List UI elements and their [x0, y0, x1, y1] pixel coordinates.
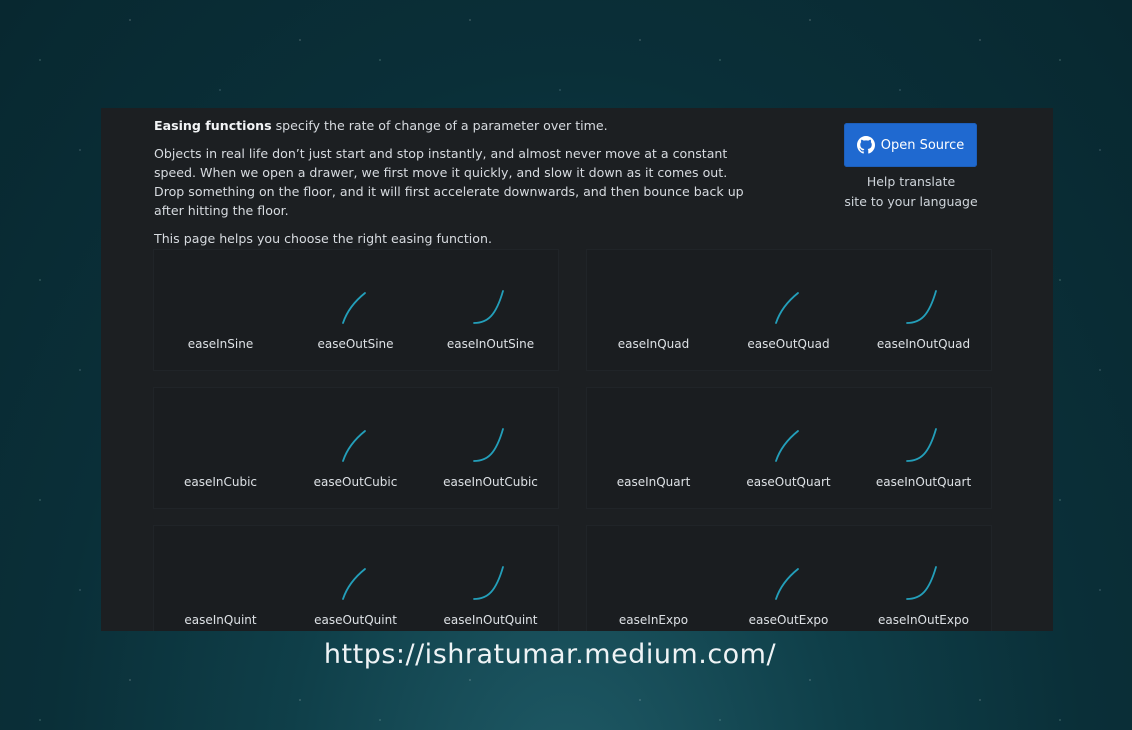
easing-curve-icon [633, 285, 673, 325]
easing-label: easeInExpo [618, 613, 689, 627]
easing-curve-icon [473, 290, 504, 324]
footer-url: https://ishratumar.medium.com/ [323, 639, 777, 670]
easing-curve-icon [633, 423, 673, 463]
easing-curve-icon [342, 292, 366, 324]
help-line-2: site to your language [844, 194, 978, 209]
easing-curve-icon [200, 561, 240, 601]
easing-label: easeOutQuad [747, 337, 830, 351]
intro-title: Easing functions [154, 118, 272, 133]
easing-card-1[interactable]: easeOutQuart [721, 387, 856, 509]
easing-label: easeInOutQuart [875, 475, 972, 489]
easing-card-1[interactable]: easeOutSine [288, 249, 423, 371]
github-icon [856, 136, 875, 154]
easing-label: easeInQuad [617, 337, 690, 351]
intro-paragraph-1: Easing functions specify the rate of cha… [154, 116, 744, 135]
easing-curve-icon [200, 285, 240, 325]
intro-paragraph-2: Objects in real life don’t just start an… [154, 146, 744, 218]
easing-curve-icon [906, 290, 937, 324]
easing-card-1[interactable]: easeOutQuad [721, 249, 856, 371]
easing-label: easeOutCubic [313, 475, 398, 489]
easing-curve-icon [473, 566, 504, 600]
easing-card-1[interactable]: easeOutCubic [288, 387, 423, 509]
easing-curve-icon [633, 561, 673, 601]
easing-card-0[interactable]: easeInSine [153, 249, 288, 371]
easing-curve-icon [473, 428, 504, 462]
easing-label: easeInQuint [184, 613, 257, 627]
easing-curve-icon [342, 568, 366, 600]
easing-group: easeInExpo easeOutExpo easeInOutExpo [586, 525, 992, 631]
easing-card-1[interactable]: easeOutExpo [721, 525, 856, 631]
open-source-label: Open Source [880, 137, 965, 153]
open-source-button[interactable]: Open Source [844, 123, 977, 167]
easing-card-1[interactable]: easeOutQuint [288, 525, 423, 631]
easing-card-0[interactable]: easeInQuart [586, 387, 721, 509]
easing-group: easeInCubic easeOutCubic easeInOutCubic [153, 387, 559, 509]
intro-text: Easing functions specify the rate of cha… [154, 116, 744, 257]
easing-label: easeInQuart [616, 475, 691, 489]
easing-group: easeInSine easeOutSine easeInOutSine [153, 249, 559, 371]
help-translate-link[interactable]: Help translate site to your language [836, 172, 986, 212]
easing-curve-icon [775, 292, 799, 324]
easing-label: easeInOutExpo [878, 613, 969, 627]
easing-card-0[interactable]: easeInExpo [586, 525, 721, 631]
easing-group: easeInQuart easeOutQuart easeInOutQuart [586, 387, 992, 509]
easing-card-2[interactable]: easeInOutCubic [423, 387, 558, 509]
easing-group: easeInQuint easeOutQuint easeInOutQuint [153, 525, 559, 631]
easing-card-2[interactable]: easeInOutQuint [423, 525, 558, 631]
easing-curve-icon [906, 566, 937, 600]
easing-card-2[interactable]: easeInOutQuad [856, 249, 991, 371]
easing-label: easeOutQuart [746, 475, 831, 489]
easing-card-0[interactable]: easeInQuad [586, 249, 721, 371]
easing-label: easeOutExpo [748, 613, 829, 627]
help-line-1: Help translate [866, 174, 956, 189]
easing-label: easeInOutQuint [443, 613, 538, 627]
easing-label: easeInSine [187, 337, 254, 351]
easing-card-0[interactable]: easeInCubic [153, 387, 288, 509]
intro-title-rest: specify the rate of change of a paramete… [275, 118, 608, 133]
easing-curve-icon [775, 568, 799, 600]
easing-label: easeInOutCubic [443, 475, 538, 489]
easing-card-2[interactable]: easeInOutSine [423, 249, 558, 371]
easing-label: easeInOutQuad [876, 337, 971, 351]
easings-panel: Easing functions specify the rate of cha… [101, 108, 1053, 631]
easing-curve-icon [342, 430, 366, 462]
easing-label: easeInCubic [183, 475, 258, 489]
easing-label: easeOutSine [317, 337, 394, 351]
easing-label: easeOutQuint [314, 613, 397, 627]
easing-group: easeInQuad easeOutQuad easeInOutQuad [586, 249, 992, 371]
easing-curve-icon [775, 430, 799, 462]
easing-curve-icon [200, 423, 240, 463]
easing-card-2[interactable]: easeInOutQuart [856, 387, 991, 509]
easing-label: easeInOutSine [446, 337, 535, 351]
easing-curve-icon [906, 428, 937, 462]
intro-paragraph-3: This page helps you choose the right eas… [154, 231, 492, 246]
easing-card-2[interactable]: easeInOutExpo [856, 525, 991, 631]
easing-card-0[interactable]: easeInQuint [153, 525, 288, 631]
